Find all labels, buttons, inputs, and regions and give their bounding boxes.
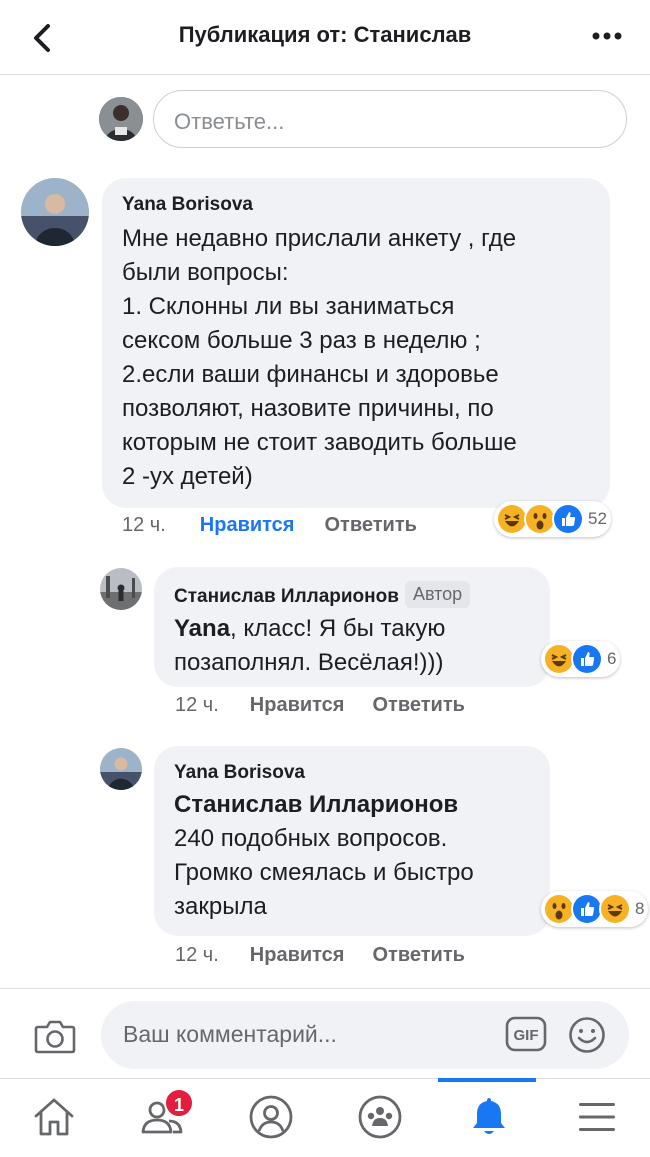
comment-text: 240 подобных вопросов. Громко смеялась и…	[174, 825, 474, 920]
bottom-tab-bar	[0, 1078, 650, 1157]
reply-button[interactable]: Ответить	[324, 514, 416, 537]
comment-bubble: Станислав Илларионов Автор Yana, класс! Я…	[154, 567, 550, 687]
commenter-avatar[interactable]	[21, 178, 89, 246]
reaction-summary[interactable]: 6	[541, 641, 621, 677]
haha-reaction-icon	[599, 893, 631, 925]
like-reaction-icon	[571, 643, 603, 675]
reply-input[interactable]: Ответьте...	[153, 90, 627, 148]
comment-author[interactable]: Yana Borisova	[122, 194, 590, 216]
like-button[interactable]: Нравится	[200, 514, 295, 537]
comment-author[interactable]: Yana Borisova	[174, 762, 530, 784]
commenter-avatar[interactable]	[100, 568, 142, 610]
comment-author[interactable]: Станислав Илларионов	[174, 586, 399, 607]
reaction-summary[interactable]: 8	[541, 891, 649, 927]
commenter-avatar[interactable]	[100, 748, 142, 790]
gif-label: GIF	[514, 1027, 539, 1044]
author-badge: Автор	[404, 581, 471, 608]
active-tab-indicator	[438, 1078, 536, 1082]
comment-input[interactable]: Ваш комментарий...	[101, 1001, 629, 1069]
comment-actions: 12 ч. Нравится Ответить	[175, 944, 465, 967]
profile-icon[interactable]	[248, 1094, 294, 1140]
reaction-count: 6	[607, 649, 617, 668]
comment-time: 12 ч.	[175, 944, 219, 966]
comment-actions: 12 ч. Нравится Ответить	[175, 694, 465, 717]
like-button[interactable]: Нравится	[250, 944, 345, 967]
friends-notification-badge: 1	[164, 1088, 194, 1118]
comment-text: Мне недавно прислали анкету , где были в…	[122, 225, 517, 490]
comment-text-block: Yana, класс! Я бы такую позаполнял. Весё…	[174, 612, 530, 680]
mention-link[interactable]: Yana	[174, 615, 230, 642]
reaction-summary[interactable]: 52	[494, 501, 611, 537]
notifications-icon[interactable]	[466, 1094, 512, 1140]
gif-icon[interactable]: GIF	[505, 1016, 547, 1052]
comment-actions: 12 ч. Нравится Ответить	[122, 514, 417, 537]
home-icon[interactable]	[31, 1094, 77, 1140]
mention-link[interactable]: Станислав Илларионов	[174, 788, 530, 822]
current-user-avatar[interactable]	[99, 97, 143, 141]
comment-author-row: Станислав Илларионов Автор	[174, 581, 530, 608]
reaction-count: 52	[588, 509, 607, 528]
more-options-icon[interactable]	[590, 25, 624, 47]
page-title: Публикация от: Станислав	[178, 22, 472, 47]
reaction-count: 8	[635, 899, 645, 918]
emoji-icon[interactable]	[568, 1016, 606, 1054]
groups-icon[interactable]	[357, 1094, 403, 1140]
comment-time: 12 ч.	[175, 694, 219, 716]
reply-button[interactable]: Ответить	[372, 944, 464, 967]
comment-time: 12 ч.	[122, 514, 166, 536]
like-reaction-icon	[552, 503, 584, 535]
top-bar: Публикация от: Станислав	[0, 0, 650, 75]
menu-icon[interactable]	[574, 1094, 620, 1140]
like-button[interactable]: Нравится	[250, 694, 345, 717]
reply-button[interactable]: Ответить	[372, 694, 464, 717]
camera-icon[interactable]	[34, 1018, 76, 1054]
comment-bubble: Yana Borisova Станислав Илларионов 240 п…	[154, 746, 550, 936]
comment-bubble: Yana Borisova Мне недавно прислали анкет…	[102, 178, 610, 508]
